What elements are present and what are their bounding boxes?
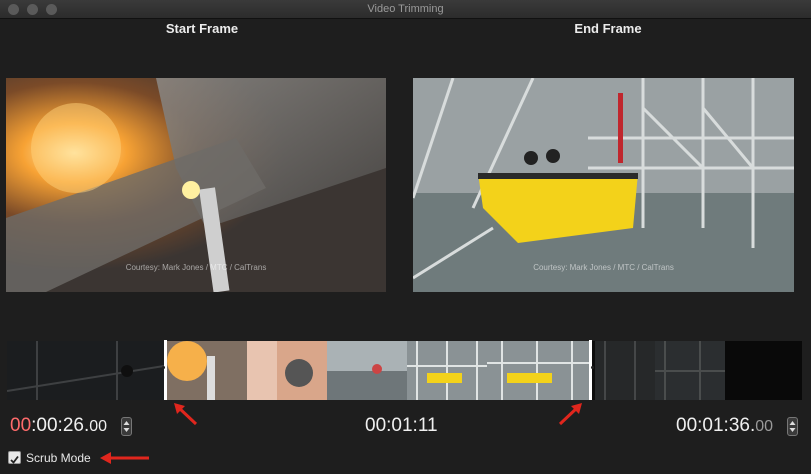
start-frame-image <box>6 78 386 292</box>
title-bar: Video Trimming <box>0 0 811 19</box>
start-timecode-hours: 00 <box>10 415 32 436</box>
end-handle-annotation-arrow <box>558 403 582 426</box>
start-frame-label: Start Frame <box>165 21 239 36</box>
start-timecode-frames: 00 <box>89 418 108 435</box>
end-timecode-frames: 00 <box>755 418 774 435</box>
start-timecode-main: :00:26. <box>31 415 90 436</box>
start-timecode-stepper[interactable] <box>121 417 132 436</box>
end-frame-credit: Courtesy: Mark Jones / MTC / CalTrans <box>533 263 674 272</box>
start-timecode[interactable]: 00:00:26.00 <box>10 415 107 437</box>
end-frame-label: End Frame <box>574 21 642 36</box>
scrub-mode-label[interactable]: Scrub Mode <box>26 451 91 465</box>
start-frame-preview: Courtesy: Mark Jones / MTC / CalTrans <box>6 78 386 292</box>
start-handle-annotation-arrow <box>174 403 198 426</box>
end-frame-image <box>413 78 794 292</box>
scrub-mode-checkbox[interactable] <box>8 451 21 464</box>
trim-selection[interactable] <box>162 340 594 400</box>
end-timecode[interactable]: 00:01:36.00 <box>676 415 773 437</box>
window-title: Video Trimming <box>367 3 444 15</box>
trim-excluded-end-overlay <box>592 341 802 400</box>
start-frame-credit: Courtesy: Mark Jones / MTC / CalTrans <box>125 263 267 272</box>
trim-end-handle[interactable] <box>591 366 594 369</box>
duration-timecode: 00:01:11 <box>365 415 438 436</box>
trim-excluded-start-overlay <box>7 341 164 400</box>
end-frame-preview: Courtesy: Mark Jones / MTC / CalTrans <box>413 78 794 292</box>
trim-start-handle[interactable] <box>162 366 165 369</box>
scrub-mode-annotation-arrow <box>100 452 149 464</box>
checkmark-icon <box>10 455 19 464</box>
end-timecode-stepper[interactable] <box>787 417 798 436</box>
end-timecode-main: 00:01:36. <box>676 415 756 436</box>
